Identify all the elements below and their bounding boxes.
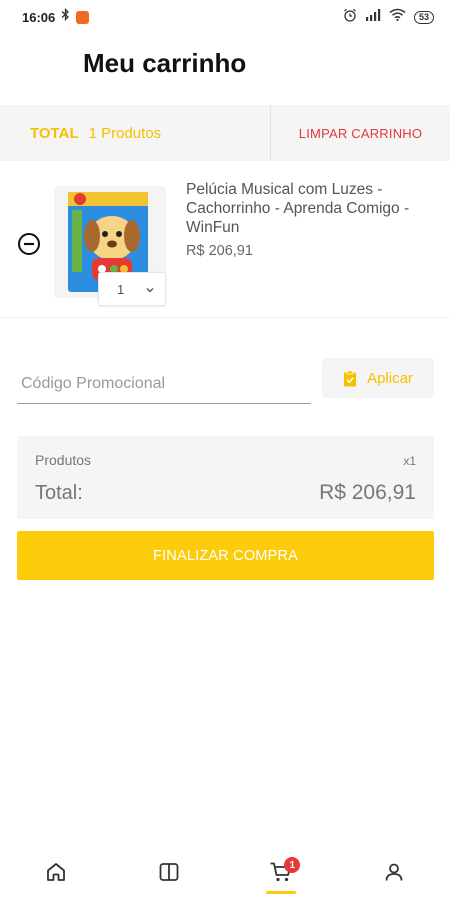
nav-catalog[interactable] — [113, 845, 226, 900]
summary-total-label: Total: — [35, 482, 83, 504]
product-price: R$ 206,91 — [186, 243, 253, 259]
remove-item-button[interactable] — [17, 232, 41, 259]
quantity-value: 1 — [117, 281, 125, 297]
apply-promo-button[interactable]: Aplicar — [322, 358, 434, 398]
total-product-count: 1 Produtos — [88, 124, 162, 142]
total-bar: TOTAL 1 Produtos LIMPAR CARRINHO — [0, 105, 450, 161]
total-summary: TOTAL 1 Produtos — [0, 105, 270, 161]
order-summary: Produtos x1 Total: R$ 206,91 — [17, 436, 434, 519]
alarm-icon — [343, 8, 357, 27]
total-label: TOTAL — [30, 124, 79, 142]
battery-level: 53 — [418, 12, 429, 22]
checkout-button[interactable]: FINALIZAR COMPRA — [17, 531, 434, 580]
catalog-icon — [159, 863, 179, 881]
home-icon — [47, 863, 66, 881]
nav-profile[interactable] — [338, 845, 450, 900]
status-right: 53 — [343, 8, 434, 27]
notification-app-icon — [76, 10, 90, 24]
product-name[interactable]: Pelúcia Musical com Luzes - Cachorrinho … — [186, 180, 436, 237]
promo-code-input[interactable] — [17, 356, 311, 404]
summary-products-quantity: x1 — [403, 454, 416, 468]
clear-cart-button[interactable]: LIMPAR CARRINHO — [271, 126, 450, 141]
quantity-select[interactable]: 1 — [98, 272, 166, 306]
wifi-icon — [389, 8, 406, 26]
status-left: 16:06 — [22, 7, 90, 26]
status-bar: 16:06 53 — [0, 0, 450, 34]
cart-count-badge: 1 — [284, 857, 301, 873]
profile-icon — [385, 863, 403, 881]
bluetooth-icon — [61, 7, 70, 26]
apply-label: Aplicar — [367, 369, 413, 387]
nav-home[interactable] — [0, 845, 113, 900]
clipboard-check-icon — [344, 369, 357, 386]
signal-icon — [365, 8, 381, 26]
summary-products-label: Produtos — [35, 452, 92, 468]
summary-total-value: R$ 206,91 — [319, 481, 416, 504]
chevron-down-icon — [145, 283, 155, 298]
page-title: Meu carrinho — [83, 48, 247, 78]
minus-circle-icon — [18, 233, 40, 255]
battery-indicator: 53 — [413, 10, 434, 24]
status-time: 16:06 — [22, 9, 56, 25]
active-tab-indicator — [266, 891, 297, 894]
bottom-nav: 1 — [0, 845, 450, 900]
nav-cart[interactable]: 1 — [225, 845, 338, 900]
